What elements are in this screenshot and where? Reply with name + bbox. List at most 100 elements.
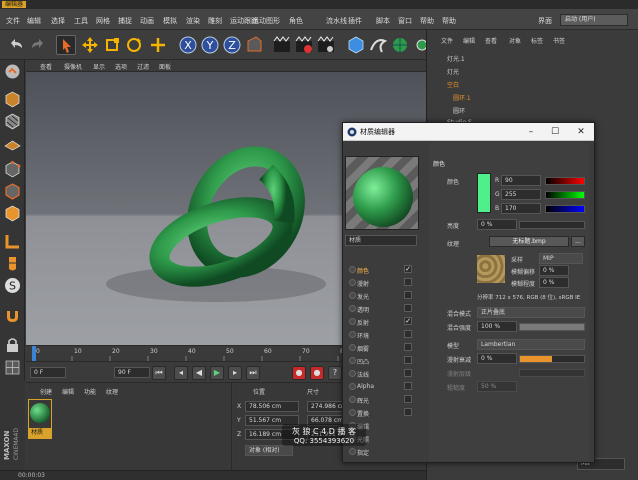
texture-more-button[interactable]: ... <box>571 236 585 247</box>
keyframe-selection-icon[interactable]: ? <box>328 366 342 380</box>
end-frame-field[interactable]: 90 F <box>114 367 150 378</box>
channel-luminance[interactable]: 发光 <box>343 289 421 302</box>
y-axis-icon[interactable]: Y <box>200 35 220 55</box>
snapping-icon[interactable]: S <box>3 276 22 295</box>
magnet-icon[interactable] <box>3 306 22 325</box>
undo-icon[interactable] <box>6 35 26 55</box>
brightness-field[interactable]: 0 % <box>477 219 517 230</box>
coordinate-mode-select[interactable]: 对象 (相对) <box>245 445 293 456</box>
channel-checkbox[interactable] <box>404 395 412 403</box>
channel-checkbox[interactable] <box>404 356 412 364</box>
texture-file-button[interactable]: 无标题.bmp <box>489 236 569 247</box>
green-slider[interactable] <box>545 191 585 199</box>
coordinate-system-icon[interactable] <box>244 35 264 55</box>
material-menu-edit[interactable]: 编辑 <box>62 387 74 396</box>
redo-icon[interactable] <box>28 35 48 55</box>
object-menu-bookmarks[interactable]: 书签 <box>553 36 565 45</box>
viewport-menu-options[interactable]: 选项 <box>115 62 127 71</box>
viewport-menu-filter[interactable]: 过滤 <box>137 62 149 71</box>
layout-select[interactable]: 启动 (用户) <box>560 14 628 26</box>
channel-environment[interactable]: 环境 <box>343 328 421 341</box>
material-menu-create[interactable]: 创建 <box>40 387 52 396</box>
mix-strength-field[interactable]: 100 % <box>477 321 517 332</box>
blue-slider[interactable] <box>545 205 585 213</box>
channel-transparency[interactable]: 透明 <box>343 302 421 315</box>
channel-checkbox[interactable] <box>404 291 412 299</box>
make-editable-icon[interactable] <box>3 62 22 81</box>
menu-item-render[interactable]: 雕刻 <box>208 16 222 26</box>
object-row[interactable]: 空白 <box>427 78 638 90</box>
channel-glow[interactable]: 辉光 <box>343 393 421 406</box>
channel-checkbox[interactable]: ✓ <box>404 317 412 325</box>
start-frame-field[interactable]: 0 F <box>30 367 66 378</box>
menu-item-simulate[interactable]: 渲染 <box>186 16 200 26</box>
viewport-menu-cameras[interactable]: 摄像机 <box>64 62 82 71</box>
viewport-menu-panel[interactable]: 面板 <box>159 62 171 71</box>
material-thumbnail[interactable]: 材质 <box>28 399 52 439</box>
channel-color[interactable]: 颜色 ✓ <box>343 263 421 276</box>
menu-item-snap[interactable]: 动画 <box>140 16 154 26</box>
play-icon[interactable]: ▶ <box>210 366 224 380</box>
points-mode-icon[interactable] <box>3 160 22 179</box>
object-menu-view[interactable]: 查看 <box>485 36 497 45</box>
menu-item-script[interactable]: 窗口 <box>398 16 412 26</box>
menu-item-create[interactable]: 选择 <box>51 16 65 26</box>
object-row[interactable]: 灯光 <box>427 65 638 77</box>
model-mode-icon[interactable] <box>3 90 22 109</box>
channel-checkbox[interactable] <box>404 369 412 377</box>
cube-icon[interactable] <box>346 35 366 55</box>
channel-assignment[interactable]: 指定 <box>343 445 421 458</box>
diffuse-falloff-field[interactable]: 0 % <box>477 353 517 364</box>
object-menu-objects[interactable]: 对象 <box>509 36 521 45</box>
mix-mode-select[interactable]: 正片叠底 <box>477 307 585 318</box>
red-slider[interactable] <box>545 177 585 185</box>
channel-checkbox[interactable] <box>404 278 412 286</box>
object-row[interactable]: 圆环.1 <box>427 91 638 103</box>
channel-checkbox[interactable]: ✓ <box>404 265 412 273</box>
menu-item-edit[interactable]: 编辑 <box>27 16 41 26</box>
close-icon[interactable]: ✕ <box>573 124 589 140</box>
x-axis-icon[interactable]: X <box>178 35 198 55</box>
viewport-menu-view[interactable]: 查看 <box>40 62 52 71</box>
red-field[interactable]: 90 <box>501 175 541 186</box>
channel-diffusion[interactable]: 漫射 <box>343 276 421 289</box>
menu-item-pipeline[interactable]: 插件 <box>348 16 362 26</box>
next-frame-icon[interactable]: ▸ <box>228 366 242 380</box>
viewport-menu-display[interactable]: 显示 <box>93 62 105 71</box>
brightness-slider[interactable] <box>519 221 585 229</box>
channel-checkbox[interactable] <box>404 330 412 338</box>
channel-fog[interactable]: 烟雾 <box>343 341 421 354</box>
material-menu-texture[interactable]: 纹理 <box>106 387 118 396</box>
menu-item-file[interactable]: 文件 <box>6 16 20 26</box>
material-name-field[interactable]: 材质 <box>345 235 417 246</box>
go-to-start-icon[interactable]: ⏮ <box>152 366 166 380</box>
texture-mode-icon[interactable] <box>3 112 22 131</box>
subdivision-surface-icon[interactable] <box>390 35 410 55</box>
channel-alpha[interactable]: Alpha <box>343 380 421 393</box>
render-to-picture-viewer-icon[interactable] <box>294 35 314 55</box>
prev-key-icon[interactable]: ◂ <box>174 366 188 380</box>
menu-item-plugins[interactable]: 脚本 <box>376 16 390 26</box>
channel-normal[interactable]: 法线 <box>343 367 421 380</box>
blur-offset-field[interactable]: 0 % <box>539 265 569 276</box>
pen-spline-icon[interactable] <box>368 35 388 55</box>
channel-displacement[interactable]: 置换 <box>343 406 421 419</box>
menu-item-animate[interactable]: 模拟 <box>163 16 177 26</box>
tweak-mode-icon[interactable] <box>3 254 22 273</box>
menu-item-mograph[interactable]: 角色 <box>289 16 303 26</box>
object-menu-tags[interactable]: 标签 <box>531 36 543 45</box>
axis-mode-icon[interactable] <box>3 232 22 251</box>
minimize-icon[interactable]: – <box>523 124 539 140</box>
edges-mode-icon[interactable] <box>3 182 22 201</box>
menu-item-help[interactable]: 帮助 <box>442 16 456 26</box>
texture-thumbnail[interactable] <box>477 255 505 283</box>
channel-checkbox[interactable] <box>404 408 412 416</box>
channel-checkbox[interactable] <box>404 382 412 390</box>
workplane-mode-icon[interactable] <box>3 134 22 153</box>
workplane-grid-icon[interactable] <box>3 358 22 377</box>
diffuse-falloff-slider[interactable] <box>519 355 585 363</box>
menu-item-tools[interactable]: 网格 <box>96 16 110 26</box>
menu-item-mesh[interactable]: 捕捉 <box>118 16 132 26</box>
blue-field[interactable]: 170 <box>501 203 541 214</box>
menu-item-character[interactable]: 流水线 <box>326 16 347 26</box>
